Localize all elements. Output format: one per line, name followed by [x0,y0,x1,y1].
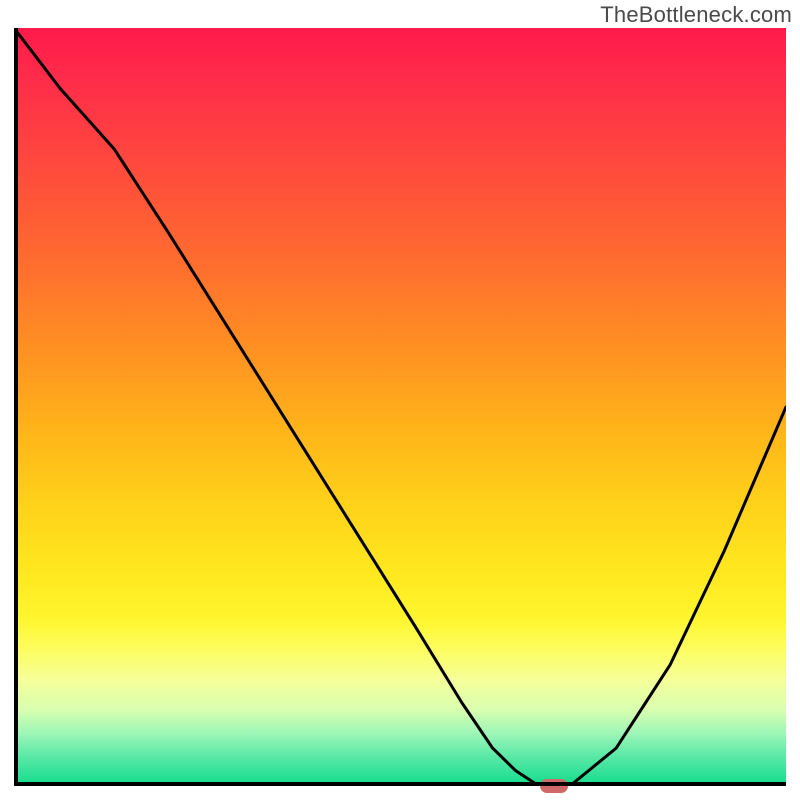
y-axis [14,28,18,786]
watermark-text: TheBottleneck.com [600,2,792,28]
x-axis [14,782,786,786]
plot-area [14,28,786,786]
bottleneck-curve [14,28,786,786]
chart-stage: TheBottleneck.com [0,0,800,800]
curve-path [14,28,786,786]
